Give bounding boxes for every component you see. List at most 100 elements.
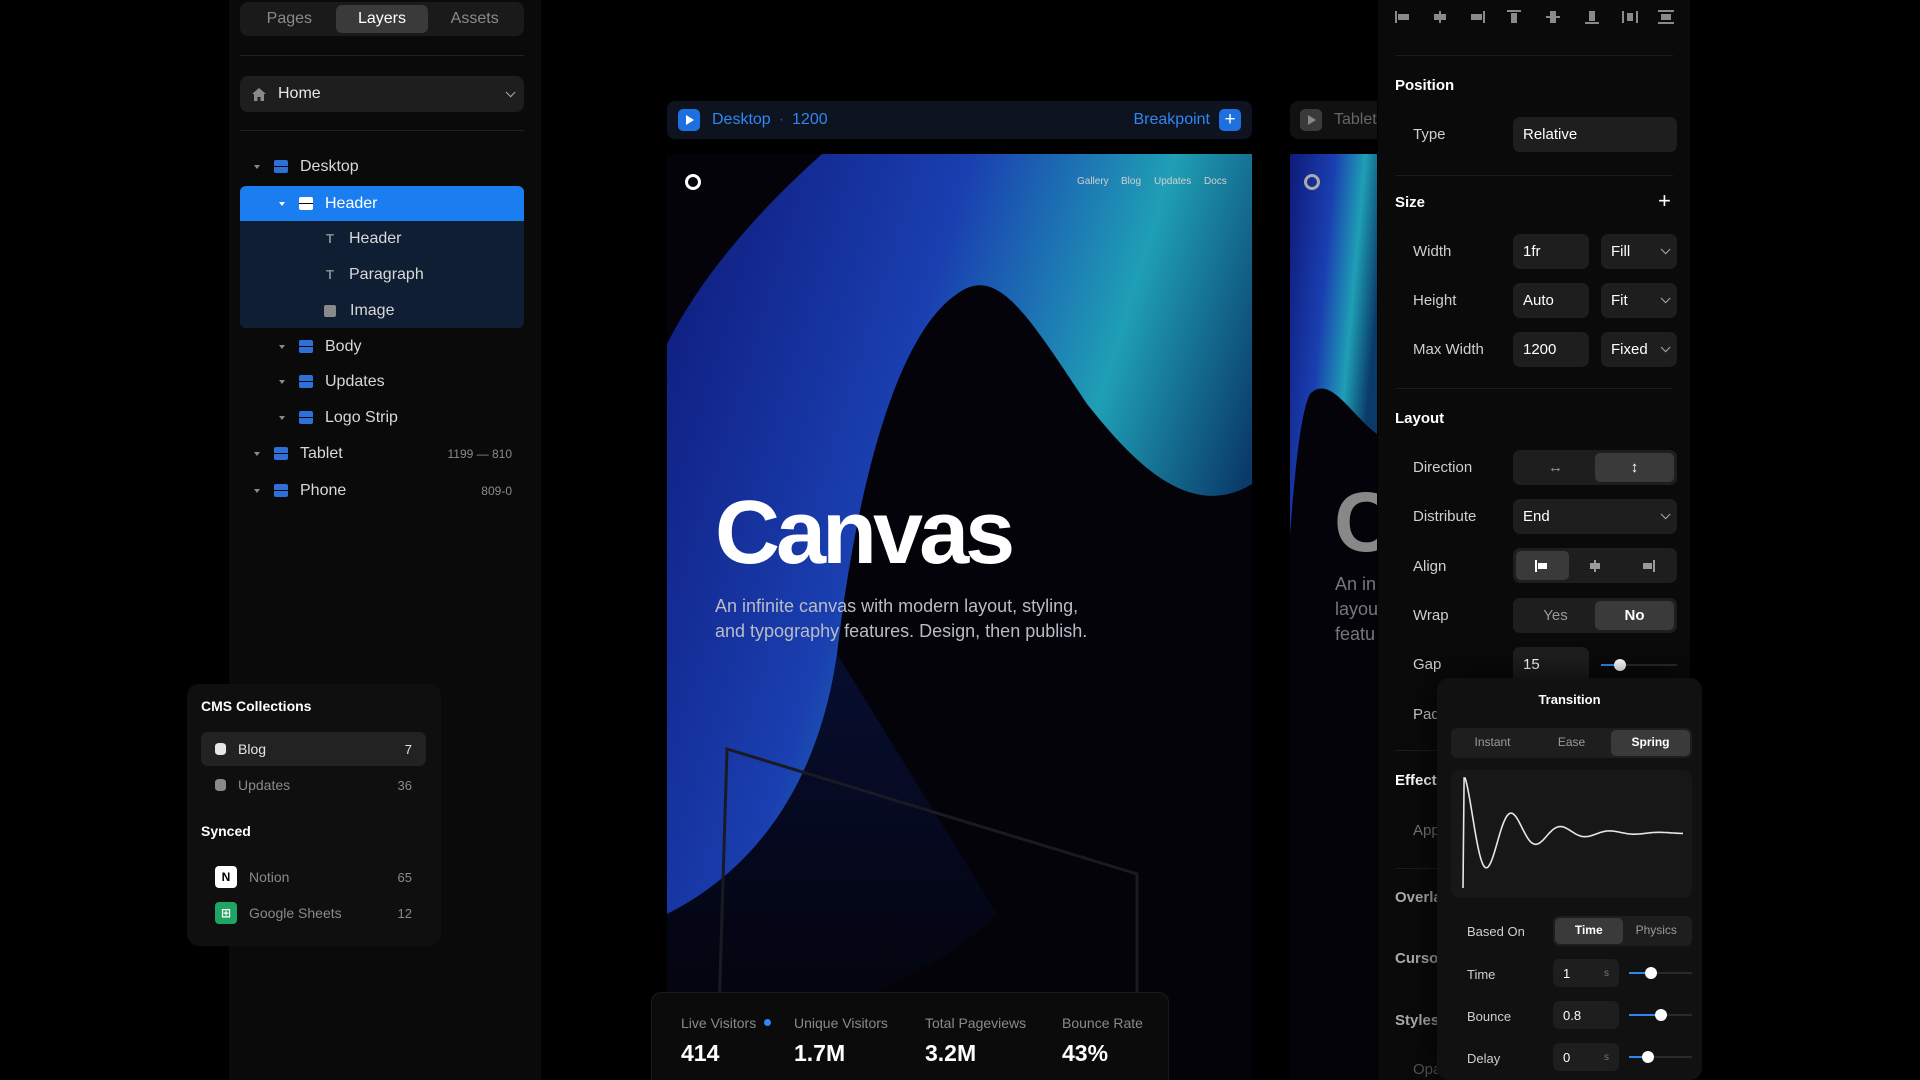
layer-row-paragraph[interactable]: T Paragraph: [323, 257, 523, 292]
synced-item-count: 12: [397, 905, 412, 921]
add-size-button[interactable]: +: [1658, 188, 1671, 214]
slider-knob[interactable]: [1614, 659, 1626, 671]
tab-pages[interactable]: Pages: [243, 5, 336, 33]
gap-slider[interactable]: [1601, 658, 1677, 672]
desktop-frame[interactable]: Gallery Blog Updates Docs Canvas An infi…: [667, 154, 1252, 1080]
cms-item-updates[interactable]: Updates 36: [201, 768, 426, 802]
stat-label: Total Pageviews: [925, 1015, 1027, 1031]
caret-down-icon[interactable]: [279, 344, 285, 349]
stat-value: 414: [681, 1040, 720, 1066]
transition-ease-button[interactable]: Ease: [1532, 730, 1611, 756]
page-select[interactable]: Home: [240, 76, 524, 112]
tablet-breakpoint-bar[interactable]: Tablet: [1290, 101, 1377, 139]
align-start-button[interactable]: [1516, 551, 1569, 580]
styles-title: Styles: [1395, 1012, 1440, 1029]
based-on-physics-button[interactable]: Physics: [1623, 918, 1691, 944]
position-type-select[interactable]: Relative: [1513, 117, 1677, 152]
wrap-no-button[interactable]: No: [1595, 601, 1674, 630]
transition-instant-button[interactable]: Instant: [1453, 730, 1532, 756]
align-center-h-icon[interactable]: [1432, 10, 1448, 24]
caret-down-icon[interactable]: [254, 164, 260, 169]
text-icon: T: [326, 267, 334, 282]
chevron-down-icon: [1660, 342, 1671, 353]
layer-row-header[interactable]: Header: [279, 186, 524, 221]
slider-knob[interactable]: [1645, 967, 1657, 979]
breakpoint-label[interactable]: Breakpoint: [1134, 111, 1211, 129]
size-title: Size: [1395, 194, 1426, 211]
based-on-toggle: Time Physics: [1553, 916, 1692, 946]
layer-row-desktop[interactable]: Desktop: [254, 149, 524, 184]
align-end-icon: [1642, 559, 1655, 572]
width-input[interactable]: 1fr: [1513, 234, 1589, 269]
delay-input[interactable]: 0s: [1553, 1043, 1619, 1071]
site-logo[interactable]: [1304, 174, 1320, 190]
direction-horizontal-button[interactable]: ↔: [1516, 453, 1595, 482]
time-slider[interactable]: [1629, 966, 1692, 980]
stat-label: Bounce Rate: [1062, 1015, 1143, 1031]
tab-layers[interactable]: Layers: [335, 5, 429, 33]
layer-row-logo-strip[interactable]: Logo Strip: [279, 400, 524, 435]
site-nav-updates[interactable]: Updates: [1154, 176, 1191, 187]
frame-name: Desktop: [712, 111, 771, 128]
gap-input[interactable]: 15: [1513, 647, 1589, 682]
max-width-input[interactable]: 1200: [1513, 332, 1589, 367]
site-nav-gallery[interactable]: Gallery: [1077, 176, 1109, 187]
distribute-v-icon[interactable]: [1658, 10, 1674, 24]
align-left-icon[interactable]: [1395, 10, 1411, 24]
direction-toggle: ↔ ↕: [1513, 450, 1677, 485]
caret-down-icon[interactable]: [279, 379, 285, 384]
layer-row-phone[interactable]: Phone 809-0: [254, 473, 512, 508]
caret-down-icon[interactable]: [254, 451, 260, 456]
live-dot-icon: [764, 1019, 771, 1026]
caret-down-icon[interactable]: [254, 488, 260, 493]
align-right-icon[interactable]: [1469, 10, 1485, 24]
direction-vertical-button[interactable]: ↕: [1595, 453, 1674, 482]
chevron-down-icon: [1660, 293, 1671, 304]
play-icon[interactable]: [678, 109, 700, 131]
synced-item-notion[interactable]: N Notion 65: [201, 860, 426, 894]
transition-spring-button[interactable]: Spring: [1611, 730, 1690, 756]
layer-row-header-text[interactable]: T Header: [323, 221, 523, 256]
desktop-breakpoint-bar[interactable]: Desktop · 1200 Breakpoint +: [667, 101, 1252, 139]
bounce-input[interactable]: 0.8: [1553, 1001, 1619, 1029]
layer-row-tablet[interactable]: Tablet 1199 — 810: [254, 436, 512, 471]
height-mode-select[interactable]: Fit: [1601, 283, 1677, 318]
align-middle-v-icon[interactable]: [1545, 10, 1561, 24]
synced-item-count: 65: [397, 869, 412, 885]
image-icon: [324, 304, 336, 317]
tab-assets[interactable]: Assets: [428, 5, 521, 33]
cms-item-blog[interactable]: Blog 7: [201, 732, 426, 766]
slider-knob[interactable]: [1655, 1009, 1667, 1021]
layer-row-body[interactable]: Body: [279, 329, 524, 364]
site-nav-docs[interactable]: Docs: [1204, 176, 1227, 187]
tablet-frame[interactable]: C An in layou featu: [1290, 154, 1377, 1080]
play-icon[interactable]: [1300, 109, 1322, 131]
database-icon: [215, 743, 226, 755]
divider: [1395, 175, 1673, 176]
site-logo[interactable]: [685, 174, 701, 190]
chevron-down-icon: [505, 86, 516, 97]
caret-down-icon[interactable]: [279, 201, 285, 206]
height-label: Height: [1413, 292, 1457, 309]
align-bottom-icon[interactable]: [1584, 10, 1600, 24]
bounce-slider[interactable]: [1629, 1008, 1692, 1022]
caret-down-icon[interactable]: [279, 415, 285, 420]
wrap-yes-button[interactable]: Yes: [1516, 601, 1595, 630]
layer-row-image[interactable]: Image: [324, 293, 524, 328]
slider-knob[interactable]: [1642, 1051, 1654, 1063]
site-nav-blog[interactable]: Blog: [1121, 176, 1141, 187]
align-center-button[interactable]: [1569, 551, 1622, 580]
height-input[interactable]: Auto: [1513, 283, 1589, 318]
add-breakpoint-button[interactable]: +: [1219, 109, 1241, 131]
width-mode-select[interactable]: Fill: [1601, 234, 1677, 269]
distribute-select[interactable]: End: [1513, 499, 1677, 534]
time-input[interactable]: 1s: [1553, 959, 1619, 987]
max-width-mode-select[interactable]: Fixed: [1601, 332, 1677, 367]
align-top-icon[interactable]: [1506, 10, 1522, 24]
layer-row-updates[interactable]: Updates: [279, 364, 524, 399]
delay-slider[interactable]: [1629, 1050, 1692, 1064]
based-on-time-button[interactable]: Time: [1555, 918, 1623, 944]
synced-item-google-sheets[interactable]: ⊞ Google Sheets 12: [201, 896, 426, 930]
distribute-h-icon[interactable]: [1622, 10, 1638, 24]
align-end-button[interactable]: [1621, 551, 1674, 580]
